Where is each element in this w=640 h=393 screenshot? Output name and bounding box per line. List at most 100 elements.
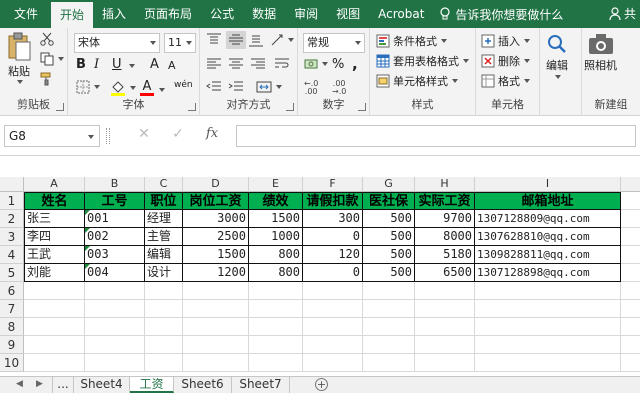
align-center-button[interactable] xyxy=(228,57,244,71)
name-box[interactable]: G8 xyxy=(4,125,100,147)
cell-j1[interactable] xyxy=(621,192,640,210)
column-header-a[interactable]: A xyxy=(24,177,85,192)
cell-f9[interactable] xyxy=(303,336,363,354)
cell-j5[interactable] xyxy=(621,264,640,282)
align-top-button[interactable] xyxy=(206,33,222,47)
wrap-text-button[interactable] xyxy=(274,57,290,71)
cell-c8[interactable] xyxy=(145,318,183,336)
cell-b10[interactable] xyxy=(85,354,145,372)
table-cell[interactable]: 9700 xyxy=(415,210,475,228)
cell-j7[interactable] xyxy=(621,300,640,318)
scroll-left-icon[interactable]: ◀ xyxy=(16,379,23,389)
merge-center-button[interactable] xyxy=(256,80,282,94)
sheet-tab-sheet4[interactable]: Sheet4 xyxy=(74,377,130,393)
percent-style-button[interactable]: % xyxy=(332,57,344,72)
cell-a6[interactable] xyxy=(24,282,85,300)
tab-view[interactable]: 视图 xyxy=(327,0,369,28)
table-cell[interactable]: 2500 xyxy=(183,228,249,246)
table-cell[interactable]: 0 xyxy=(303,228,363,246)
cell-e6[interactable] xyxy=(249,282,303,300)
table-cell[interactable]: 500 xyxy=(363,210,415,228)
underline-button[interactable]: U xyxy=(112,57,122,72)
column-header-i[interactable]: I xyxy=(475,177,621,192)
camera-button[interactable]: 照相机 xyxy=(584,33,617,73)
cell-c7[interactable] xyxy=(145,300,183,318)
editing-button[interactable]: 编辑 xyxy=(546,33,568,79)
more-sheets-button[interactable]: ... xyxy=(52,377,74,393)
table-cell[interactable]: 120 xyxy=(303,246,363,264)
tab-data[interactable]: 数据 xyxy=(243,0,285,28)
insert-function-button[interactable]: fx xyxy=(206,126,218,141)
cell-g10[interactable] xyxy=(363,354,415,372)
cell-e7[interactable] xyxy=(249,300,303,318)
row-header-9[interactable]: 9 xyxy=(0,336,24,354)
cell-i8[interactable] xyxy=(475,318,621,336)
table-cell[interactable]: 500 xyxy=(363,228,415,246)
cell-h7[interactable] xyxy=(415,300,475,318)
cell-i7[interactable] xyxy=(475,300,621,318)
cell-a8[interactable] xyxy=(24,318,85,336)
cell-styles-button[interactable]: 单元格样式 xyxy=(376,73,458,89)
tab-insert[interactable]: 插入 xyxy=(93,0,135,28)
cell-f8[interactable] xyxy=(303,318,363,336)
cell-h6[interactable] xyxy=(415,282,475,300)
sheet-tab-gongzi[interactable]: 工资 xyxy=(130,377,174,393)
row-header-10[interactable]: 10 xyxy=(0,354,24,372)
table-cell[interactable]: 800 xyxy=(249,246,303,264)
column-header-j[interactable]: J xyxy=(621,177,640,192)
table-header-cell[interactable]: 邮箱地址 xyxy=(475,192,621,210)
table-cell[interactable]: 张三 xyxy=(24,210,85,228)
cell-a10[interactable] xyxy=(24,354,85,372)
table-cell[interactable]: 刘能 xyxy=(24,264,85,282)
insert-cells-button[interactable]: 插入 xyxy=(481,33,530,49)
table-cell[interactable]: 6500 xyxy=(415,264,475,282)
dialog-launcher-icon[interactable] xyxy=(286,103,294,111)
table-cell[interactable]: 经理 xyxy=(145,210,183,228)
worksheet-grid[interactable]: ABCDEFGHIJ 12345678910 姓名工号职位岗位工资绩效请假扣款医社保… xyxy=(0,163,640,376)
table-cell[interactable]: 1000 xyxy=(249,228,303,246)
cell-f7[interactable] xyxy=(303,300,363,318)
table-cell[interactable]: 001 xyxy=(85,210,145,228)
format-painter-button[interactable] xyxy=(40,72,54,86)
table-header-cell[interactable]: 岗位工资 xyxy=(183,192,249,210)
cell-i9[interactable] xyxy=(475,336,621,354)
row-header-6[interactable]: 6 xyxy=(0,282,24,300)
table-cell[interactable]: 1309828811@qq.com xyxy=(475,246,621,264)
table-cell[interactable]: 1307628810@qq.com xyxy=(475,228,621,246)
table-cell[interactable]: 1200 xyxy=(183,264,249,282)
cell-c10[interactable] xyxy=(145,354,183,372)
table-header-cell[interactable]: 实际工资 xyxy=(415,192,475,210)
align-left-button[interactable] xyxy=(206,57,222,71)
align-bottom-button[interactable] xyxy=(248,33,264,47)
cell-d10[interactable] xyxy=(183,354,249,372)
bold-button[interactable]: B xyxy=(76,57,86,72)
tab-formulas[interactable]: 公式 xyxy=(201,0,243,28)
enter-formula-button[interactable]: ✓ xyxy=(168,126,188,142)
cell-f10[interactable] xyxy=(303,354,363,372)
tab-page-layout[interactable]: 页面布局 xyxy=(135,0,201,28)
table-cell[interactable]: 300 xyxy=(303,210,363,228)
cell-g8[interactable] xyxy=(363,318,415,336)
font-name-select[interactable]: 宋体 xyxy=(74,33,160,53)
table-cell[interactable]: 1307128809@qq.com xyxy=(475,210,621,228)
select-all-corner[interactable] xyxy=(0,177,24,192)
borders-button[interactable] xyxy=(76,80,100,94)
tell-me-box[interactable]: 告诉我你想要做什么 xyxy=(439,6,563,23)
table-cell[interactable]: 李四 xyxy=(24,228,85,246)
table-cell[interactable]: 1500 xyxy=(249,210,303,228)
font-color-button[interactable]: A xyxy=(140,80,154,96)
cell-d7[interactable] xyxy=(183,300,249,318)
cell-g7[interactable] xyxy=(363,300,415,318)
align-middle-button[interactable] xyxy=(226,31,246,49)
dialog-launcher-icon[interactable] xyxy=(188,103,196,111)
cell-b7[interactable] xyxy=(85,300,145,318)
comma-style-button[interactable]: , xyxy=(352,55,358,73)
sheet-tab-sheet6[interactable]: Sheet6 xyxy=(174,377,232,393)
cell-j2[interactable] xyxy=(621,210,640,228)
table-cell[interactable]: 设计 xyxy=(145,264,183,282)
cell-j10[interactable] xyxy=(621,354,640,372)
table-cell[interactable]: 1307128898@qq.com xyxy=(475,264,621,282)
paste-button[interactable]: 粘贴 xyxy=(6,32,32,84)
formula-bar-splitter[interactable] xyxy=(106,128,110,144)
cell-j8[interactable] xyxy=(621,318,640,336)
